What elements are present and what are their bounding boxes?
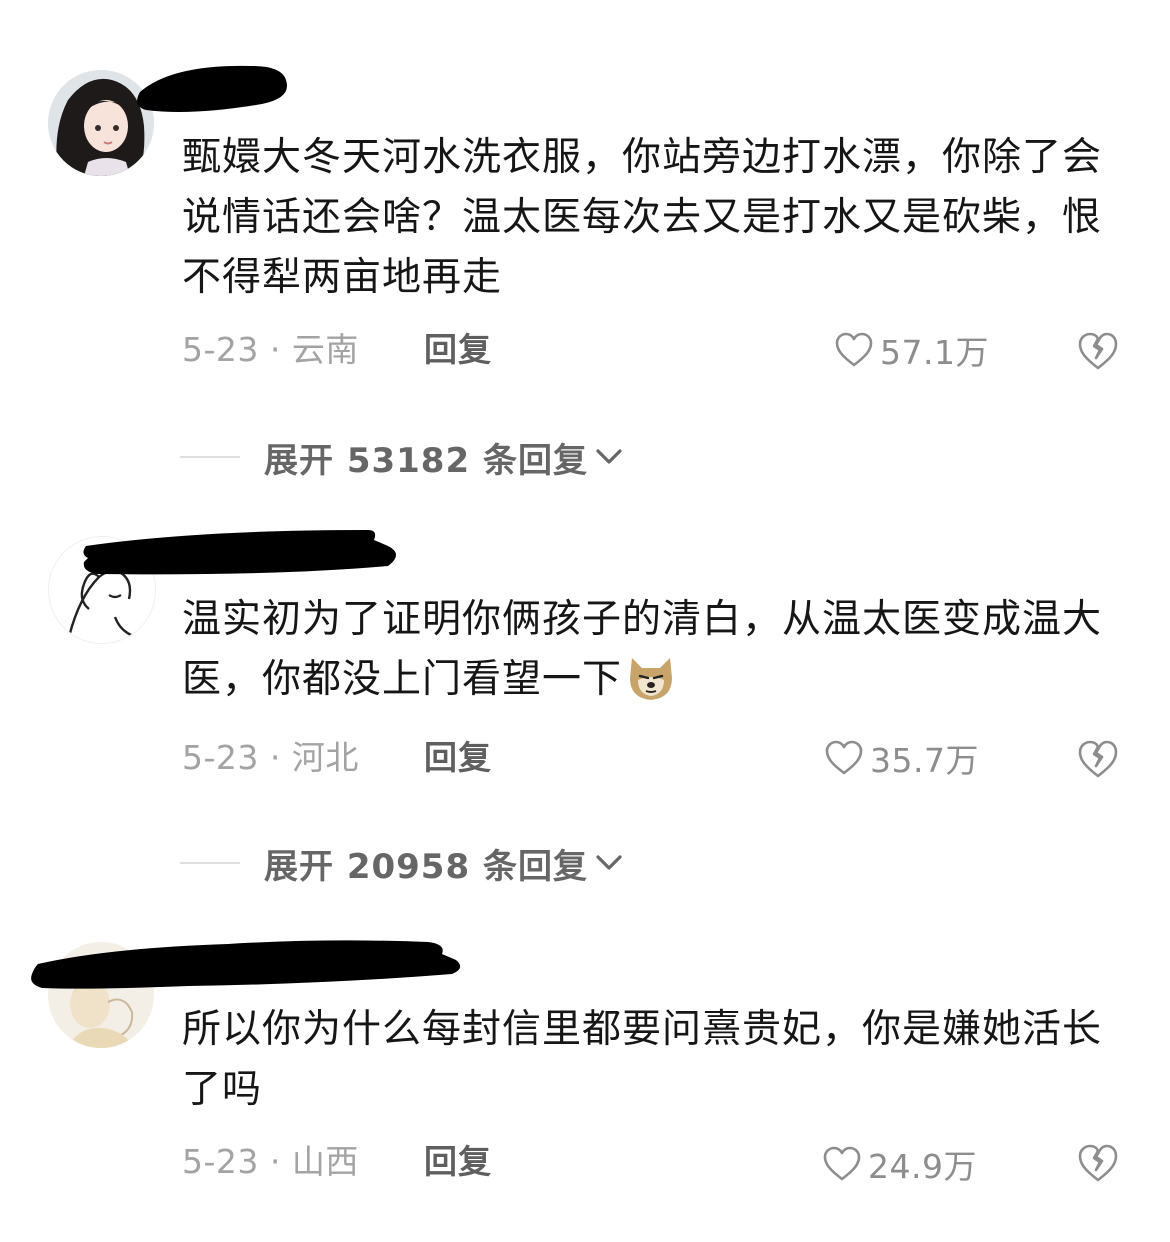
heart-outline-icon (825, 740, 863, 775)
expand-replies-button[interactable]: 展开 53182 条回复 (180, 432, 626, 482)
heart-outline-icon (835, 332, 873, 367)
comment-meta: 5-23 · 云南 (182, 330, 359, 369)
like-count: 35.7万 (870, 741, 979, 780)
comment-text: 温实初为了证明你俩孩子的清白，从温太医变成温大医，你都没上门看望一下 (182, 590, 1102, 710)
like-button[interactable]: 24.9万 (822, 1140, 977, 1188)
chevron-down-icon (596, 449, 622, 464)
comment-text: 所以你为什么每封信里都要问熹贵妃，你是嫌她活长了吗 (182, 1007, 1103, 1112)
like-button[interactable]: 35.7万 (824, 734, 979, 782)
divider-dash (180, 862, 240, 864)
expand-replies-label: 展开 20958 条回复 (264, 846, 588, 887)
heart-outline-icon (823, 1146, 861, 1181)
redacted-username (83, 530, 396, 575)
comment-text: 甄嬛大冬天河水洗衣服，你站旁边打水漂，你除了会说情话还会啥？温太医每次去又是打水… (182, 135, 1103, 300)
expand-replies-button[interactable]: 展开 20958 条回复 (180, 838, 626, 888)
redacted-username (137, 65, 287, 112)
expand-replies-label: 展开 53182 条回复 (264, 440, 588, 481)
comment-meta: 5-23 · 山西 (182, 1142, 359, 1181)
reply-button[interactable]: 回复 (424, 734, 492, 782)
comment-meta: 5-23 · 河北 (182, 738, 359, 777)
like-count: 24.9万 (868, 1147, 977, 1186)
dog-emoji (630, 658, 673, 700)
broken-heart-icon[interactable] (1076, 738, 1120, 782)
reply-button[interactable]: 回复 (424, 326, 492, 374)
redacted-username (31, 940, 461, 989)
broken-heart-icon[interactable] (1076, 330, 1120, 374)
chevron-down-icon (596, 855, 622, 870)
broken-heart-icon[interactable] (1076, 1142, 1120, 1186)
reply-button[interactable]: 回复 (424, 1138, 492, 1186)
like-count: 57.1万 (880, 333, 989, 372)
like-button[interactable]: 57.1万 (834, 326, 989, 374)
divider-dash (180, 456, 240, 458)
